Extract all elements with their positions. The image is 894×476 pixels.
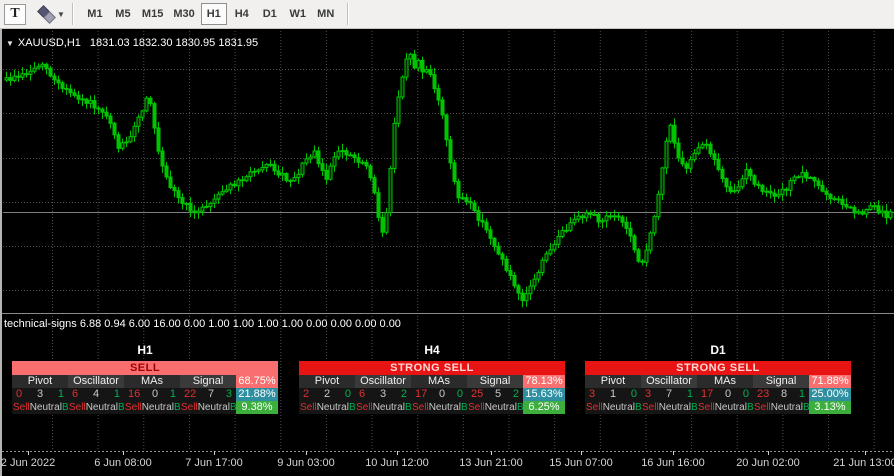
chart-header: ▼ XAUUSD,H1 1831.03 1832.30 1830.95 1831.9…	[6, 37, 258, 49]
time-axis-label: 9 Jun 03:00	[277, 457, 335, 469]
timeframe-button-h1[interactable]: H1	[200, 3, 227, 25]
count-row: 0 3 1	[12, 388, 68, 401]
time-axis-label: 21 Jun 13:00	[833, 457, 894, 469]
count-row: 23 8 1	[753, 388, 809, 401]
neutral-percent: 21.88%	[236, 388, 278, 401]
timeframe-button-d1[interactable]: D1	[257, 3, 283, 25]
signal-banner: SELL	[12, 361, 278, 375]
count-row: 2 2 0	[299, 388, 355, 401]
neutral-percent: 25.00%	[809, 388, 851, 401]
count-row: 22 7 3	[180, 388, 236, 401]
column-pivot: Pivot 0 3 1 Sell Neutral Buy	[12, 375, 68, 414]
time-axis-label: 6 Jun 08:00	[94, 457, 152, 469]
timeframe-button-m5[interactable]: M5	[110, 3, 136, 25]
column-oscillator: Oscillator 3 7 1 Sell Neutral Buy	[641, 375, 697, 414]
toolbar-separator	[346, 3, 349, 25]
timeframe-button-m30[interactable]: M30	[169, 3, 198, 25]
column-mas: MAs 17 0 0 Sell Neutral Buy	[697, 375, 753, 414]
count-row: 6 4 1	[68, 388, 124, 401]
count-row: 17 0 0	[411, 388, 467, 401]
time-axis-label: 13 Jun 21:00	[459, 457, 523, 469]
panel-title: H1	[137, 343, 153, 357]
buy-percent: 9.38%	[236, 401, 278, 414]
neutral-percent: 15.63%	[523, 388, 565, 401]
count-row: 25 5 2	[467, 388, 523, 401]
signal-panel-d1: D1 STRONG SELL Pivot 3 1 0 Sell Neutral …	[585, 343, 851, 414]
label-row: Sell Neutral Buy	[124, 401, 180, 414]
timeframe-button-mn[interactable]: MN	[313, 3, 339, 25]
chart-ohlc-quotes: 1831.03 1832.30 1830.95 1831.95	[89, 37, 259, 49]
sell-percent: 78.13%	[523, 375, 565, 388]
timeframe-button-w1[interactable]: W1	[285, 3, 311, 25]
time-axis-label: 7 Jun 17:00	[185, 457, 243, 469]
top-toolbar: T ▼ M1 M5 M15 M30 H1 H4 D1 W1 MN	[0, 0, 894, 29]
column-oscillator: Oscillator 6 3 2 Sell Neutral Buy	[355, 375, 411, 414]
signal-table: Pivot 0 3 1 Sell Neutral Buy Oscillator …	[12, 375, 278, 414]
label-row: Sell Neutral Buy	[299, 401, 355, 414]
chart-symbol-label: XAUUSD,H1	[17, 37, 81, 49]
percent-column: 71.88% 25.00% 3.13%	[809, 375, 851, 414]
column-signal: Signal 25 5 2 Sell Neutral Buy	[467, 375, 523, 414]
label-row: Sell Neutral Buy	[467, 401, 523, 414]
time-axis-label: 15 Jun 07:00	[549, 457, 613, 469]
count-row: 6 3 2	[355, 388, 411, 401]
count-row: 16 0 1	[124, 388, 180, 401]
arrows-tool-button[interactable]: ▼	[37, 3, 65, 25]
count-row: 17 0 0	[697, 388, 753, 401]
timeframe-button-h4[interactable]: H4	[229, 3, 255, 25]
label-row: Sell Neutral Buy	[355, 401, 411, 414]
column-mas: MAs 17 0 0 Sell Neutral Buy	[411, 375, 467, 414]
column-pivot: Pivot 3 1 0 Sell Neutral Buy	[585, 375, 641, 414]
column-pivot: Pivot 2 2 0 Sell Neutral Buy	[299, 375, 355, 414]
symbol-marker-icon: ▼	[6, 39, 14, 48]
column-signal: Signal 22 7 3 Sell Neutral Buy	[180, 375, 236, 414]
column-oscillator: Oscillator 6 4 1 Sell Neutral Buy	[68, 375, 124, 414]
signal-panel-h4: H4 STRONG SELL Pivot 2 2 0 Sell Neutral …	[299, 343, 565, 414]
buy-percent: 6.25%	[523, 401, 565, 414]
column-signal: Signal 23 8 1 Sell Neutral Buy	[753, 375, 809, 414]
percent-column: 68.75% 21.88% 9.38%	[236, 375, 278, 414]
label-row: Sell Neutral Buy	[753, 401, 809, 414]
column-mas: MAs 16 0 1 Sell Neutral Buy	[124, 375, 180, 414]
time-axis-label: 16 Jun 16:00	[641, 457, 705, 469]
count-row: 3 7 1	[641, 388, 697, 401]
panel-title: H4	[424, 343, 440, 357]
panel-title: D1	[710, 343, 726, 357]
percent-column: 78.13% 15.63% 6.25%	[523, 375, 565, 414]
signal-banner: STRONG SELL	[585, 361, 851, 375]
count-row: 3 1 0	[585, 388, 641, 401]
label-row: Sell Neutral Buy	[68, 401, 124, 414]
time-axis-label: 2 Jun 2022	[0, 457, 56, 469]
label-row: Sell Neutral Buy	[180, 401, 236, 414]
signal-banner: STRONG SELL	[299, 361, 565, 375]
sell-percent: 68.75%	[236, 375, 278, 388]
label-row: Sell Neutral Buy	[411, 401, 467, 414]
timeframe-button-m1[interactable]: M1	[82, 3, 108, 25]
indicator-name-line: technical-signs 6.88 0.94 6.00 16.00 0.0…	[4, 318, 401, 330]
signal-panel-h1: H1 SELL Pivot 0 3 1 Sell Neutral Buy Osc…	[12, 343, 278, 414]
text-tool-icon: T	[10, 6, 20, 21]
label-row: Sell Neutral Buy	[12, 401, 68, 414]
timeframe-button-m15[interactable]: M15	[138, 3, 167, 25]
text-tool-button[interactable]: T	[4, 3, 26, 25]
label-row: Sell Neutral Buy	[585, 401, 641, 414]
signal-table: Pivot 3 1 0 Sell Neutral Buy Oscillator …	[585, 375, 851, 414]
signal-table: Pivot 2 2 0 Sell Neutral Buy Oscillator …	[299, 375, 565, 414]
toolbar-separator	[71, 3, 74, 25]
time-axis-label: 20 Jun 02:00	[736, 457, 800, 469]
time-axis-label: 10 Jun 12:00	[365, 457, 429, 469]
chevron-down-icon[interactable]: ▼	[57, 10, 65, 19]
time-axis[interactable]: 2 Jun 2022 6 Jun 08:00 7 Jun 17:00 9 Jun…	[0, 451, 894, 476]
label-row: Sell Neutral Buy	[697, 401, 753, 414]
label-row: Sell Neutral Buy	[641, 401, 697, 414]
sell-percent: 71.88%	[809, 375, 851, 388]
arrows-icon	[37, 5, 56, 24]
buy-percent: 3.13%	[809, 401, 851, 414]
